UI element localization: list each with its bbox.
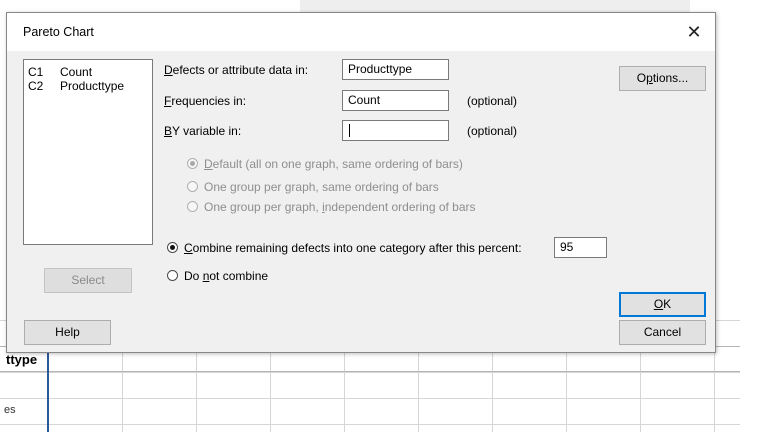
dialog-title: Pareto Chart [23, 25, 94, 39]
frequencies-label: Frequencies in: [164, 94, 247, 108]
column-number: C1 [28, 65, 44, 79]
pareto-chart-dialog: Pareto Chart ✕ C1 Count C2 Producttype Def… [6, 12, 716, 353]
one-group-same-label: One group per graph, same ordering of ba… [204, 180, 439, 194]
radio-one-group-independent[interactable] [187, 201, 198, 212]
text-caret [349, 124, 350, 137]
worksheet-column-marker [47, 346, 49, 432]
worksheet-row-fragment: es [4, 404, 16, 416]
combine-defects-label: Combine remaining defects into one categ… [184, 241, 522, 255]
close-icon[interactable]: ✕ [683, 21, 705, 43]
dialog-titlebar: Pareto Chart ✕ [7, 13, 715, 51]
default-ordering-label: Default (all on one graph, same ordering… [204, 157, 463, 171]
radio-one-group-same[interactable] [187, 181, 198, 192]
do-not-combine-label: Do not combine [184, 269, 269, 283]
frequencies-input[interactable]: Count [342, 90, 449, 111]
by-variable-label: BY variable in: [164, 124, 242, 138]
radio-do-not-combine[interactable] [167, 270, 178, 281]
ok-button[interactable]: OK [619, 292, 706, 317]
column-number: C2 [28, 79, 44, 93]
percent-input[interactable]: 95 [554, 237, 607, 258]
one-group-independent-label: One group per graph, independent orderin… [204, 200, 476, 214]
cancel-button[interactable]: Cancel [619, 320, 706, 345]
list-item-c2[interactable]: C2 Producttype [28, 79, 124, 93]
column-listbox[interactable]: C1 Count C2 Producttype [23, 59, 153, 245]
list-item-c1[interactable]: C1 Count [28, 65, 92, 79]
select-button[interactable]: Select [44, 268, 132, 293]
options-button[interactable]: Options... [619, 66, 706, 91]
radio-default-ordering[interactable] [187, 158, 198, 169]
column-name: Count [60, 65, 93, 79]
radio-combine-defects[interactable] [167, 242, 178, 253]
column-name: Producttype [60, 79, 125, 93]
defects-input[interactable]: Producttype [342, 59, 449, 80]
frequencies-optional-label: (optional) [467, 94, 518, 108]
help-button[interactable]: Help [24, 320, 111, 345]
defects-label: Defects or attribute data in: [164, 63, 309, 77]
by-variable-input[interactable] [342, 120, 449, 141]
worksheet-column-name: ttype [6, 352, 38, 367]
by-optional-label: (optional) [467, 124, 518, 138]
